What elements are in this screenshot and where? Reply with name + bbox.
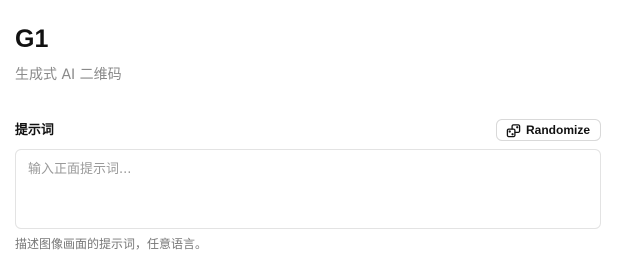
dice-swap-icon xyxy=(506,123,521,137)
page-subtitle: 生成式 AI 二维码 xyxy=(15,67,122,83)
prompt-box xyxy=(15,149,601,229)
prompt-helper-text: 描述图像画面的提示词，任意语言。 xyxy=(15,237,208,251)
prompt-input[interactable] xyxy=(16,150,600,228)
randomize-label: Randomize xyxy=(525,123,590,137)
qr-generator-panel: G1 生成式 AI 二维码 提示词 Randomize 描述图像画面的提示词，任… xyxy=(0,0,625,258)
prompt-label: 提示词 xyxy=(15,123,55,138)
page-title: G1 xyxy=(15,25,49,53)
prompt-field-header: 提示词 Randomize xyxy=(15,119,601,143)
randomize-button[interactable]: Randomize xyxy=(495,119,601,141)
